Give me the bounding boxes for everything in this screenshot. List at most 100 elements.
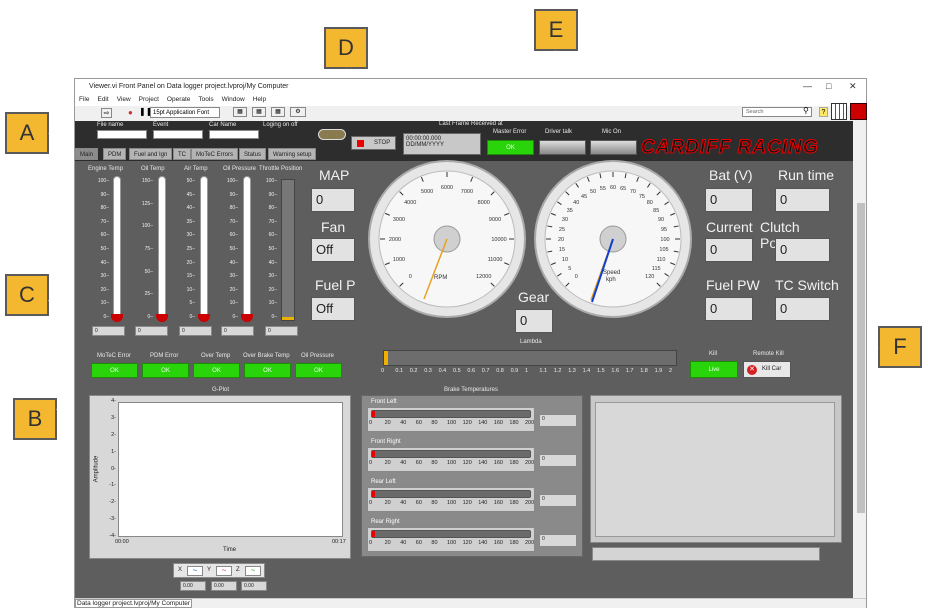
brake-tick: 180: [509, 460, 519, 466]
brake-tick: 160: [493, 460, 503, 466]
brake-tick: 80: [431, 540, 438, 546]
air-temp-thermometer: [200, 176, 208, 318]
scale-tick: 25–: [144, 291, 153, 298]
scale-tick: 80–: [268, 205, 277, 212]
menu-view[interactable]: View: [117, 94, 131, 106]
file-name-field[interactable]: [97, 130, 147, 139]
menu-project[interactable]: Project: [139, 94, 159, 106]
brake-tick: 200: [525, 500, 535, 506]
over-brake-temp-led: OK: [244, 363, 291, 378]
labview-window: Viewer.vi Front Panel on Data logger pro…: [74, 78, 867, 608]
over-temp-led: OK: [193, 363, 240, 378]
brake-temps-title: Brake Temperatures: [444, 387, 498, 393]
brake-temp-fill: [372, 451, 375, 457]
search-icon[interactable]: ⚲: [803, 106, 809, 115]
kill-car-button[interactable]: ✕ Kill Car: [743, 361, 791, 378]
vertical-scrollbar[interactable]: [856, 121, 866, 599]
status-text: Data logger project.lvproj/My Computer: [75, 599, 193, 608]
event-field[interactable]: [153, 130, 203, 139]
bat-label: Bat (V): [709, 167, 753, 183]
maximize-button[interactable]: □: [826, 79, 831, 94]
menu-operate[interactable]: Operate: [167, 94, 191, 106]
font-select[interactable]: 15pt Application Font: [150, 107, 220, 118]
vi-icon[interactable]: [850, 103, 867, 120]
brake-label: Front Left: [371, 399, 397, 405]
gauge-tick-label: 50: [590, 189, 596, 195]
scale-tick: 45–: [186, 191, 195, 198]
gauge-tick-label: 0: [409, 274, 412, 280]
gauge-tick-label: 8000: [478, 200, 490, 206]
lambda-tick: 1: [525, 368, 529, 374]
fuel-p-value: Off: [311, 297, 355, 321]
scrollbar-thumb[interactable]: [857, 203, 865, 513]
map-value: 0: [311, 188, 355, 212]
tab-fuel-ign[interactable]: Fuel and Ign: [129, 148, 173, 160]
brake-tick: 200: [525, 460, 535, 466]
tab-motec-errors[interactable]: MoTeC Errors: [191, 148, 239, 160]
car-name-field[interactable]: [209, 130, 259, 139]
gauge-tick-label: 105: [659, 247, 668, 253]
brake-tick: 40: [400, 500, 407, 506]
lambda-tick: 1.2: [553, 368, 562, 374]
lambda-label: Lambda: [520, 339, 542, 345]
menu-window[interactable]: Window: [222, 94, 245, 106]
scale-tick: 80–: [229, 205, 238, 212]
resize-icon[interactable]: ▦: [271, 107, 285, 117]
minimize-button[interactable]: —: [803, 79, 812, 94]
legend-x-label: X: [178, 567, 183, 573]
distribute-icon[interactable]: ▦: [252, 107, 266, 117]
menu-help[interactable]: Help: [253, 94, 266, 106]
lambda-tick: 0.4: [438, 368, 447, 374]
brake-tick: 140: [478, 540, 488, 546]
gplot-ytick: 3-: [111, 414, 116, 421]
brake-temp-bar: [371, 450, 531, 458]
gauge-tick-label: 95: [661, 227, 667, 233]
lambda-tick: 1.6: [611, 368, 620, 374]
tab-pdm[interactable]: PDM: [103, 148, 127, 160]
menu-tools[interactable]: Tools: [198, 94, 213, 106]
tab-status[interactable]: Status: [239, 148, 267, 160]
kill-car-label: Kill Car: [762, 366, 782, 372]
brake-temp-bar: [371, 530, 531, 538]
lambda-tick: 0.6: [467, 368, 476, 374]
legend-x-swatch[interactable]: ~: [187, 566, 203, 576]
scale-tick: 50–: [144, 268, 153, 275]
last-frame-date: DD/MM/YYYY: [406, 142, 445, 148]
scale-tick: 5–: [189, 300, 195, 307]
gauge-tick-label: 1000: [393, 257, 405, 263]
brake-tick: 120: [462, 420, 472, 426]
logging-toggle[interactable]: [318, 129, 346, 140]
menu-edit[interactable]: Edit: [97, 94, 108, 106]
lambda-tick: 0.5: [453, 368, 461, 374]
gauge-tick-label: 7000: [461, 189, 473, 195]
close-button[interactable]: ✕: [849, 79, 857, 94]
legend-z-swatch[interactable]: ~: [245, 566, 261, 576]
help-icon[interactable]: ?: [819, 107, 828, 117]
connector-pane-icon[interactable]: [831, 103, 847, 120]
brake-tick: 140: [478, 420, 488, 426]
stop-label: STOP: [374, 140, 391, 146]
brake-tick: 20: [384, 540, 391, 546]
align-icon[interactable]: ▦: [233, 107, 247, 117]
brake-tick: 200: [525, 420, 535, 426]
search-input[interactable]: Search: [742, 107, 812, 117]
tab-warning-setup[interactable]: Warning setup: [268, 148, 317, 160]
brake-tick: 20: [384, 460, 391, 466]
scale-tick: 35–: [186, 218, 195, 225]
stop-button[interactable]: STOP: [351, 136, 396, 150]
brake-tick: 200: [525, 540, 535, 546]
engine-temp-value: 0: [92, 326, 125, 336]
menu-file[interactable]: File: [79, 94, 89, 106]
pdm-error-led: OK: [142, 363, 189, 378]
tab-tc[interactable]: TC: [173, 148, 191, 160]
window-title: Viewer.vi Front Panel on Data logger pro…: [89, 83, 289, 90]
brake-temp-bar: [371, 410, 531, 418]
brake-label: Rear Left: [371, 479, 396, 485]
brake-temp-value: 0: [539, 494, 577, 507]
tab-main[interactable]: Main: [75, 148, 99, 160]
abort-icon[interactable]: ●: [128, 108, 133, 117]
run-arrow-icon[interactable]: ⇨: [101, 108, 112, 118]
reorder-icon[interactable]: ⚙: [290, 107, 306, 117]
throttle-fill: [282, 317, 294, 320]
legend-y-swatch[interactable]: ~: [216, 566, 232, 576]
